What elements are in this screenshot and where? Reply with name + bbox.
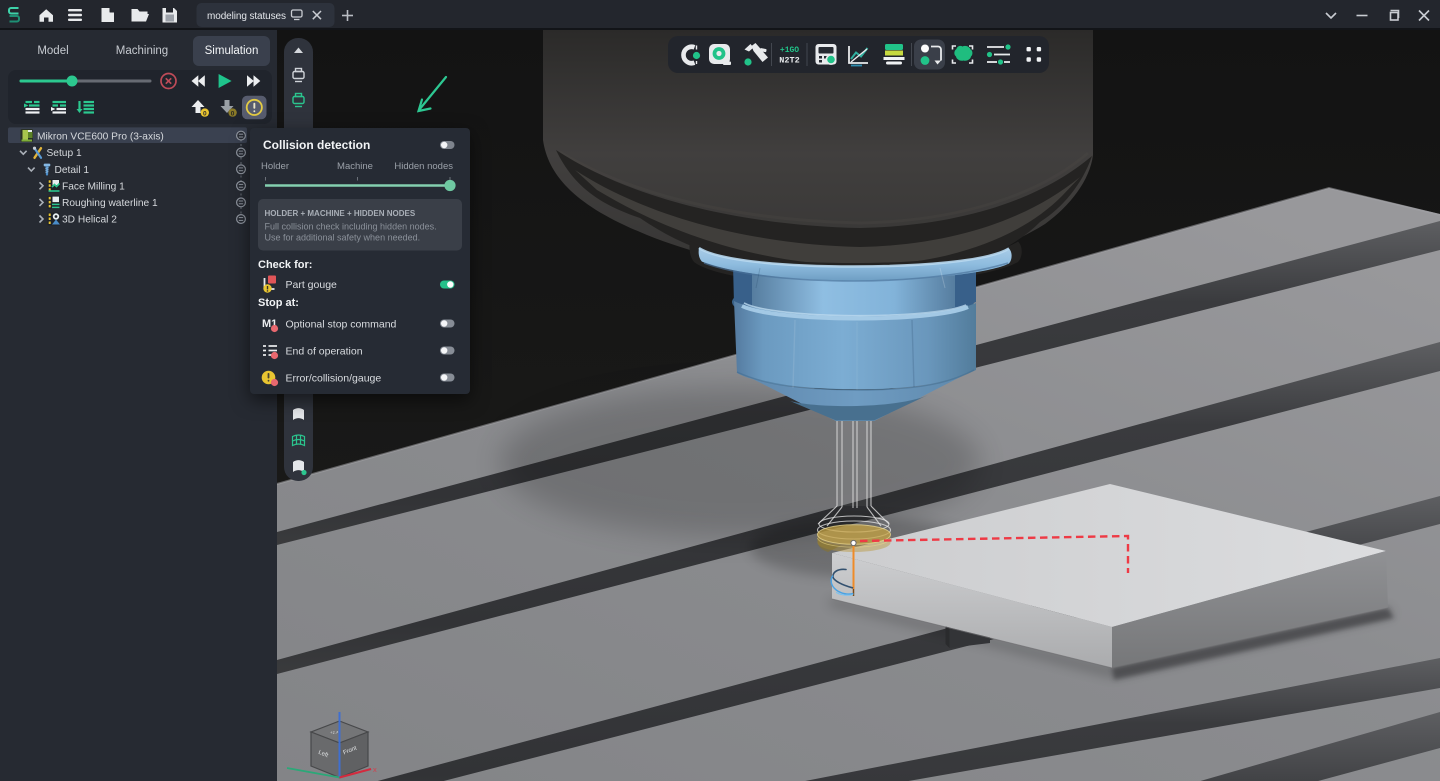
svg-text:Part gouge: Part gouge bbox=[286, 279, 338, 291]
svg-text:Machine: Machine bbox=[337, 161, 373, 172]
svg-text:Mikron VCE600 Pro (3-axis): Mikron VCE600 Pro (3-axis) bbox=[37, 131, 164, 142]
svg-text:Use for additional safety when: Use for additional safety when needed. bbox=[265, 233, 421, 243]
svg-text:End of operation: End of operation bbox=[286, 346, 363, 358]
svg-text:Roughing waterline 1: Roughing waterline 1 bbox=[62, 198, 158, 209]
svg-text:0: 0 bbox=[203, 111, 207, 118]
svg-text:0: 0 bbox=[231, 111, 235, 118]
svg-text:Hidden nodes: Hidden nodes bbox=[394, 161, 453, 172]
svg-text:Setup 1: Setup 1 bbox=[47, 148, 82, 159]
svg-text:Detail 1: Detail 1 bbox=[55, 165, 90, 176]
svg-text:+1GO: +1GO bbox=[780, 46, 799, 55]
svg-text:+z↗: +z↗ bbox=[330, 730, 339, 735]
svg-text:Stop at:: Stop at: bbox=[258, 297, 299, 309]
svg-text:x: x bbox=[373, 765, 377, 774]
svg-text:3D Helical 2: 3D Helical 2 bbox=[62, 215, 117, 226]
svg-text:Full collision check including: Full collision check including hidden no… bbox=[265, 222, 437, 232]
svg-text:modeling statuses: modeling statuses bbox=[207, 11, 286, 22]
svg-text:Holder: Holder bbox=[261, 161, 289, 172]
svg-text:Optional stop command: Optional stop command bbox=[286, 319, 397, 331]
svg-text:HOLDER + MACHINE + HIDDEN NODE: HOLDER + MACHINE + HIDDEN NODES bbox=[265, 209, 416, 218]
svg-text:Collision detection: Collision detection bbox=[263, 138, 370, 152]
svg-text:Face Milling 1: Face Milling 1 bbox=[62, 182, 125, 193]
svg-text:N2T2: N2T2 bbox=[779, 56, 799, 66]
svg-text:Error/collision/gauge: Error/collision/gauge bbox=[286, 373, 382, 385]
svg-text:Check for:: Check for: bbox=[258, 259, 312, 271]
